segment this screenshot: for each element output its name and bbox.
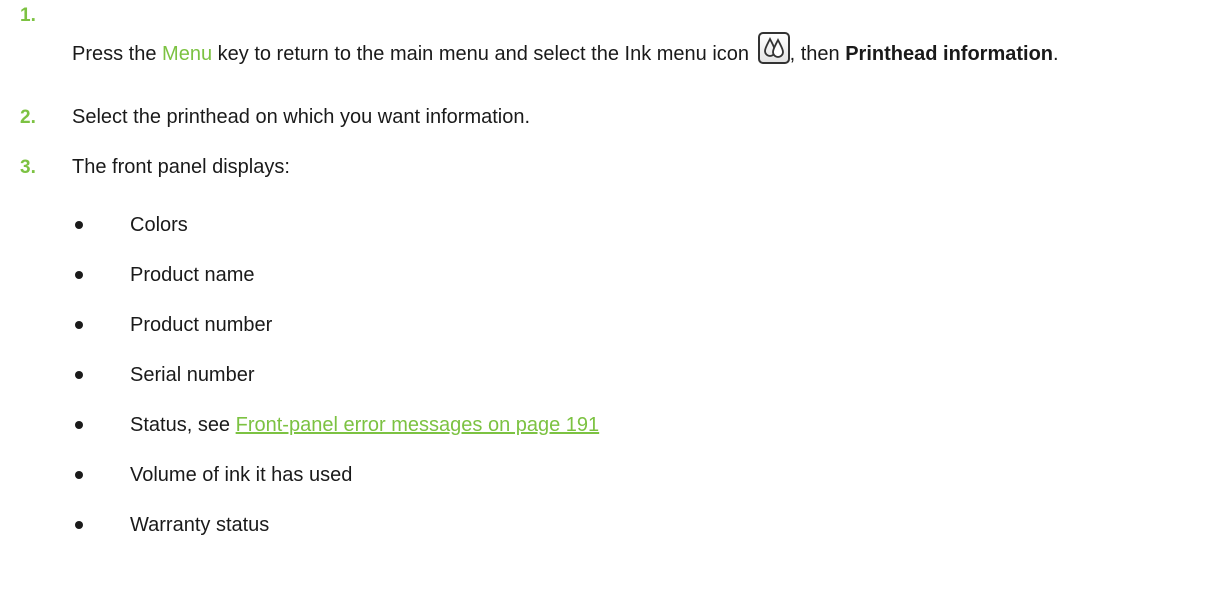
- menu-key-label: Menu: [162, 43, 213, 65]
- front-panel-error-messages-link[interactable]: Front-panel error messages on page 191: [236, 414, 600, 436]
- list-item-colors: Colors: [72, 200, 599, 250]
- list-item-status: Status, see Front-panel error messages o…: [72, 400, 599, 450]
- step-3-text: The front panel displays:: [72, 156, 290, 178]
- bullet-icon: [75, 521, 83, 529]
- step-1-number: 1.: [20, 5, 36, 26]
- list-item-product-name: Product name: [72, 250, 599, 300]
- step-2-number: 2.: [20, 107, 36, 128]
- list-item-warranty-status: Warranty status: [72, 500, 599, 550]
- bullet-icon: [75, 421, 83, 429]
- step-2-text: Select the printhead on which you want i…: [72, 106, 531, 128]
- step-1-text-after: , then: [789, 43, 846, 65]
- bullet-icon: [75, 221, 83, 229]
- list-item-product-number: Product number: [72, 300, 599, 350]
- step-1-text-mid: key to return to the main menu and selec…: [212, 43, 755, 65]
- printhead-information-label: Printhead information: [845, 43, 1054, 65]
- bullet-icon: [75, 371, 83, 379]
- step-1-text-end: .: [1053, 43, 1059, 65]
- step-1-text: Press the Menu key to return to the main…: [72, 32, 1212, 69]
- list-item-serial-number: Serial number: [72, 350, 599, 400]
- bullet-icon: [75, 321, 83, 329]
- ink-drops-icon: [757, 32, 790, 64]
- step-3-number: 3.: [20, 157, 36, 178]
- list-item-ink-volume: Volume of ink it has used: [72, 450, 599, 500]
- bullet-icon: [75, 271, 83, 279]
- front-panel-info-list: Colors Product name Product number Seria…: [72, 200, 599, 550]
- bullet-icon: [75, 471, 83, 479]
- step-1-text-before: Press the: [72, 43, 163, 65]
